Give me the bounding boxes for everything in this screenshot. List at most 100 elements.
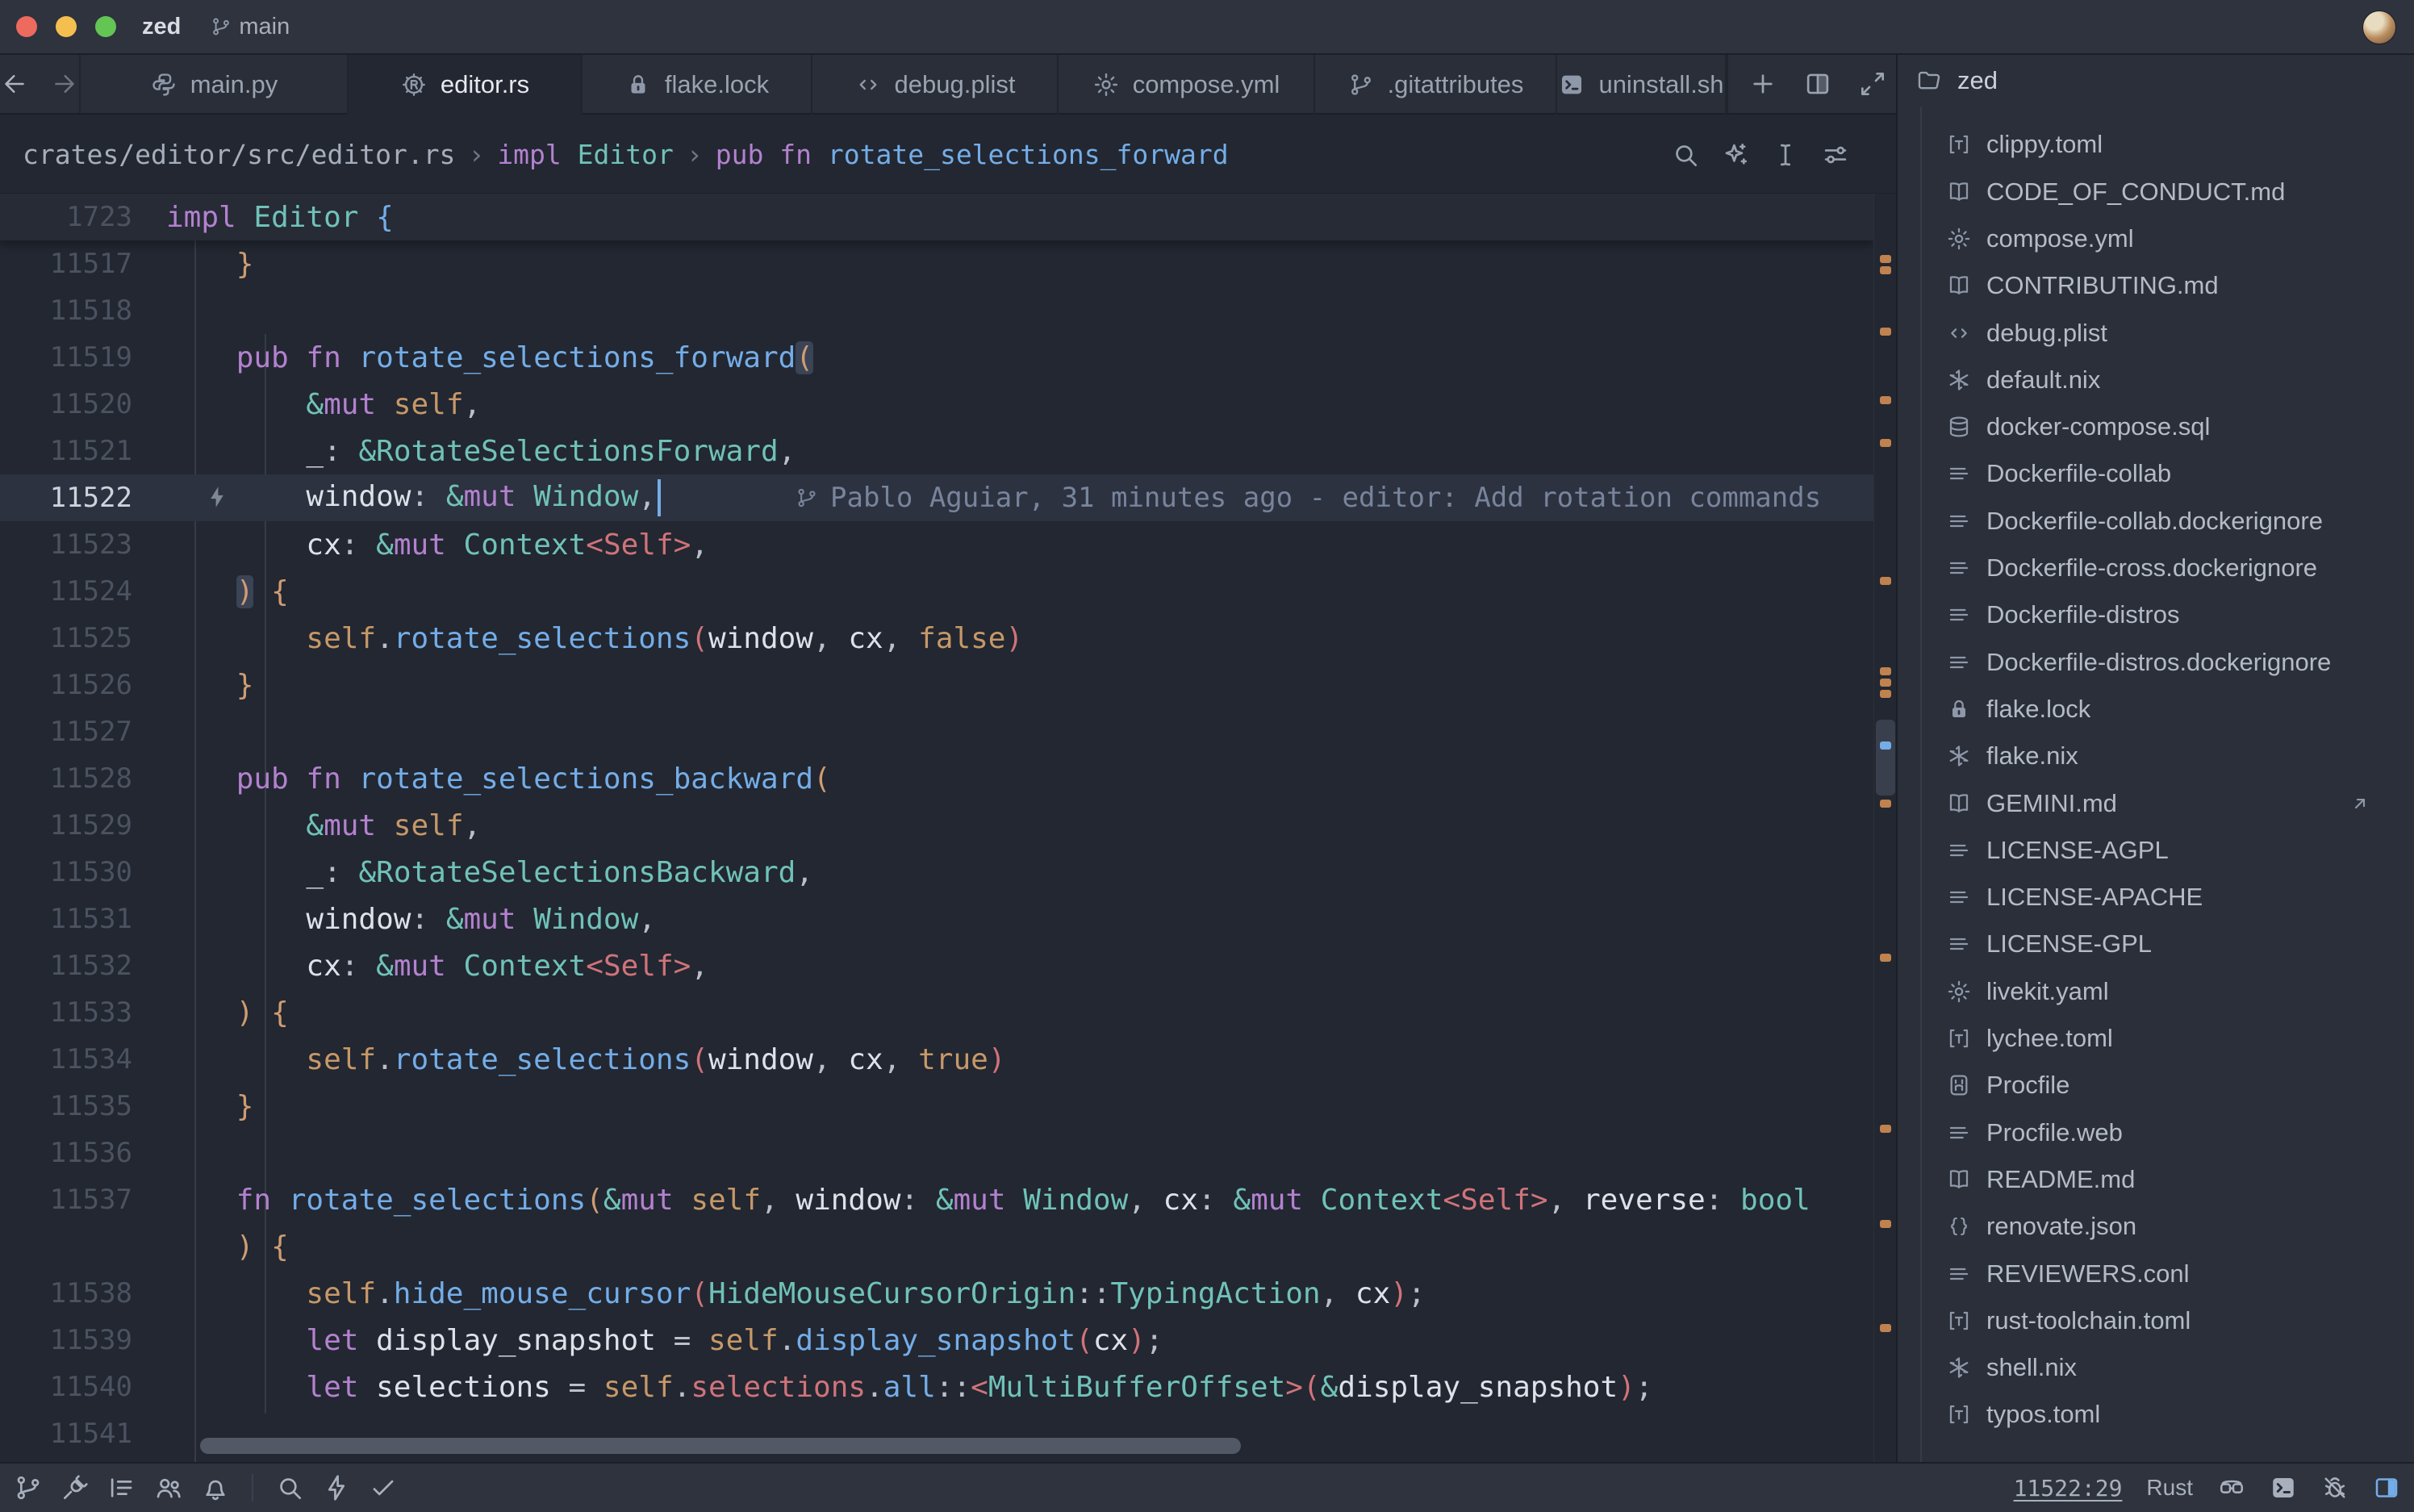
avatar[interactable] xyxy=(2362,10,2396,44)
outline-panel-button[interactable] xyxy=(106,1472,137,1503)
minimize-window-button[interactable] xyxy=(56,16,77,37)
code-line-11536[interactable]: 11536 xyxy=(0,1130,1896,1176)
tab-editor.rs[interactable]: editor.rs xyxy=(349,55,583,115)
code-line-11538[interactable]: 11538 self.hide_mouse_cursor(HideMouseCu… xyxy=(0,1270,1896,1317)
diagnostics-button[interactable] xyxy=(368,1472,399,1503)
file-item-debug.plist[interactable]: debug.plist xyxy=(1898,310,2414,357)
cursor-position-button[interactable]: 11522:29 xyxy=(2014,1475,2123,1502)
git-blame-inline[interactable]: Pablo Aguiar, 31 minutes ago - editor: A… xyxy=(795,474,1821,521)
code-line-11525[interactable]: 11525 self.rotate_selections(window, cx,… xyxy=(0,615,1896,662)
file-item-CODE_OF_CONDUCT.md[interactable]: CODE_OF_CONDUCT.md xyxy=(1898,169,2414,215)
file-item-shell.nix[interactable]: shell.nix xyxy=(1898,1344,2414,1391)
edit-mode-button[interactable] xyxy=(1770,140,1801,170)
file-item-clippy.toml[interactable]: clippy.toml xyxy=(1898,121,2414,168)
code-line-11527[interactable]: 11527 xyxy=(0,708,1896,755)
code-line-11530[interactable]: 11530 _: &RotateSelectionsBackward, xyxy=(0,849,1896,896)
file-item-Dockerfile-distros[interactable]: Dockerfile-distros xyxy=(1898,591,2414,638)
file-item-CONTRIBUTING.md[interactable]: CONTRIBUTING.md xyxy=(1898,262,2414,309)
code-line-11523[interactable]: 11523 cx: &mut Context<Self>, xyxy=(0,521,1896,568)
notifications-button[interactable] xyxy=(200,1472,231,1503)
horizontal-scrollbar-thumb[interactable] xyxy=(200,1438,1241,1454)
file-item-Procfile[interactable]: Procfile xyxy=(1898,1062,2414,1109)
file-item-renovate.json[interactable]: renovate.json xyxy=(1898,1203,2414,1250)
breadcrumb[interactable]: crates/editor/src/editor.rs›impl Editor›… xyxy=(0,116,1896,194)
code-line-11521[interactable]: 11521 _: &RotateSelectionsForward, xyxy=(0,428,1896,474)
file-item-lychee.toml[interactable]: lychee.toml xyxy=(1898,1015,2414,1062)
file-item-flake.lock[interactable]: flake.lock xyxy=(1898,686,2414,733)
copilot-button[interactable] xyxy=(2217,1473,2246,1502)
tab-main.py[interactable]: main.py xyxy=(81,55,349,115)
code-line-11528[interactable]: 11528 pub fn rotate_selections_backward( xyxy=(0,755,1896,802)
split-pane-button[interactable] xyxy=(1802,69,1833,99)
code-line-11533[interactable]: 11533 ) { xyxy=(0,989,1896,1036)
code-line-11534[interactable]: 11534 self.rotate_selections(window, cx,… xyxy=(0,1036,1896,1083)
file-item-LICENSE-GPL[interactable]: LICENSE-GPL xyxy=(1898,921,2414,967)
code-line-11524[interactable]: 11524 ) { xyxy=(0,568,1896,615)
buffer-search-button[interactable] xyxy=(1670,140,1701,170)
file-item-Dockerfile-collab.dockerignore[interactable]: Dockerfile-collab.dockerignore xyxy=(1898,498,2414,545)
file-item-LICENSE-APACHE[interactable]: LICENSE-APACHE xyxy=(1898,874,2414,921)
debugger-button[interactable] xyxy=(2320,1473,2349,1502)
code-line-11535[interactable]: 11535 } xyxy=(0,1083,1896,1130)
file-item-Dockerfile-distros.dockerignore[interactable]: Dockerfile-distros.dockerignore xyxy=(1898,639,2414,686)
code-line-11519[interactable]: 11519 pub fn rotate_selections_forward( xyxy=(0,334,1896,381)
tab-.gitattributes[interactable]: .gitattributes xyxy=(1315,55,1557,115)
code-line-11518[interactable]: 11518 xyxy=(0,287,1896,334)
file-item-CLAUDE.md[interactable]: CLAUDE.md xyxy=(1898,107,2414,121)
file-item-Procfile.web[interactable]: Procfile.web xyxy=(1898,1109,2414,1156)
file-item-flake.nix[interactable]: flake.nix xyxy=(1898,733,2414,779)
file-item-livekit.yaml[interactable]: livekit.yaml xyxy=(1898,968,2414,1015)
close-window-button[interactable] xyxy=(16,16,37,37)
title-branch-button[interactable]: main xyxy=(210,14,290,40)
code-line-11522[interactable]: 11522 window: &mut Window,Pablo Aguiar, … xyxy=(0,474,1896,521)
file-item-docker-compose.sql[interactable]: docker-compose.sql xyxy=(1898,403,2414,450)
editor-scrollbar[interactable] xyxy=(1873,194,1896,1462)
expand-pane-button[interactable] xyxy=(1857,69,1888,99)
zoom-window-button[interactable] xyxy=(95,16,116,37)
edit-prediction-button[interactable] xyxy=(60,1472,90,1503)
code-line-11532[interactable]: 11532 cx: &mut Context<Self>, xyxy=(0,942,1896,989)
code-editor[interactable]: 11517 }1151811519 pub fn rotate_selectio… xyxy=(0,194,1896,1462)
project-search-button[interactable] xyxy=(274,1472,305,1503)
file-item-rust-toolchain.toml[interactable]: rust-toolchain.toml xyxy=(1898,1297,2414,1344)
terminal-panel-button[interactable] xyxy=(2269,1473,2298,1502)
breadcrumb-path[interactable]: crates/editor/src/editor.rs›impl Editor›… xyxy=(23,139,1229,170)
nav-forward-button[interactable] xyxy=(50,69,79,98)
panel-divider[interactable] xyxy=(1896,55,1898,1462)
file-item-GEMINI.md[interactable]: GEMINI.md xyxy=(1898,780,2414,827)
inline-assist-button[interactable] xyxy=(1720,140,1751,170)
file-item-default.nix[interactable]: default.nix xyxy=(1898,357,2414,403)
file-item-Dockerfile-cross.dockerignore[interactable]: Dockerfile-cross.dockerignore xyxy=(1898,545,2414,591)
file-item-LICENSE-AGPL[interactable]: LICENSE-AGPL xyxy=(1898,827,2414,874)
file-item-compose.yml[interactable]: compose.yml xyxy=(1898,215,2414,262)
tab-debug.plist[interactable]: debug.plist xyxy=(812,55,1059,115)
right-dock-button[interactable] xyxy=(2372,1473,2401,1502)
tab-compose.yml[interactable]: compose.yml xyxy=(1059,55,1315,115)
editor-settings-button[interactable] xyxy=(1820,140,1851,170)
code-line-11517[interactable]: 11517 } xyxy=(0,240,1896,287)
file-item-typos.toml[interactable]: typos.toml xyxy=(1898,1391,2414,1438)
code-line-wrap[interactable]: ) { xyxy=(0,1223,1896,1270)
code-line-11539[interactable]: 11539 let display_snapshot = self.displa… xyxy=(0,1317,1896,1364)
file-item-README.md[interactable]: README.md xyxy=(1898,1156,2414,1203)
vertical-scrollbar-thumb[interactable] xyxy=(1876,720,1895,796)
code-line-11540[interactable]: 11540 let selections = self.selections.a… xyxy=(0,1364,1896,1410)
file-item-REVIEWERS.conl[interactable]: REVIEWERS.conl xyxy=(1898,1251,2414,1297)
project-root[interactable]: zed xyxy=(1898,55,2414,107)
language-selector[interactable]: Rust xyxy=(2146,1475,2193,1501)
code-line-11537[interactable]: 11537 fn rotate_selections(&mut self, wi… xyxy=(0,1176,1896,1223)
quick-actions-button[interactable] xyxy=(321,1472,352,1503)
file-item-Dockerfile-collab[interactable]: Dockerfile-collab xyxy=(1898,450,2414,497)
nav-back-button[interactable] xyxy=(0,69,29,98)
code-line-11526[interactable]: 11526 } xyxy=(0,662,1896,708)
collab-panel-button[interactable] xyxy=(153,1472,184,1503)
sticky-context-line[interactable]: 1723impl Editor { xyxy=(0,194,1873,240)
new-tab-button[interactable] xyxy=(1748,69,1778,99)
code-action-icon[interactable] xyxy=(203,483,231,511)
code-line-11520[interactable]: 11520 &mut self, xyxy=(0,381,1896,428)
code-line-11531[interactable]: 11531 window: &mut Window, xyxy=(0,896,1896,942)
tab-flake.lock[interactable]: flake.lock xyxy=(583,55,812,115)
tab-uninstall.sh[interactable]: uninstall.sh xyxy=(1557,55,1727,115)
status-git-button[interactable] xyxy=(13,1472,44,1503)
code-line-11529[interactable]: 11529 &mut self, xyxy=(0,802,1896,849)
